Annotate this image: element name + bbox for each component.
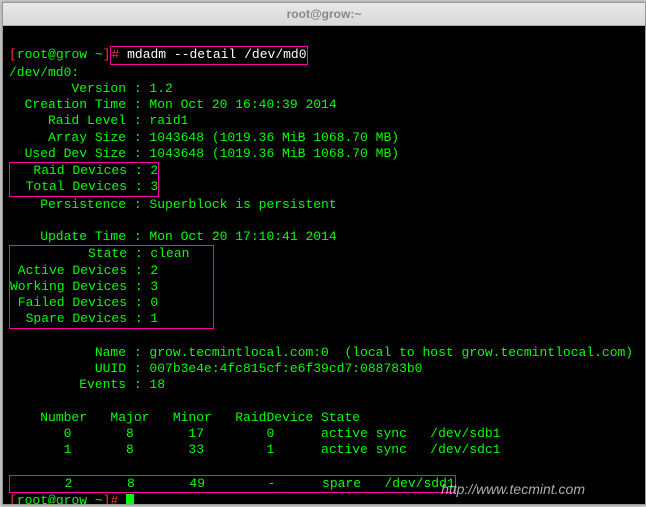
out-active: Active Devices : 2 (10, 263, 158, 278)
window-title: root@grow:~ (287, 7, 362, 21)
out-useddev: Used Dev Size : 1043648 (1019.36 MiB 106… (9, 146, 399, 161)
out-arraysize: Array Size : 1043648 (1019.36 MiB 1068.7… (9, 130, 399, 145)
cursor (126, 494, 134, 504)
highlight-spare-row: 2 8 49 - spare /dev/sdd1 (9, 475, 456, 493)
out-row0: 0 8 17 0 active sync /dev/sdb1 (9, 426, 500, 441)
out-persistence: Persistence : Superblock is persistent (9, 197, 337, 212)
highlight-command: # mdadm --detail /dev/md0 (110, 46, 307, 64)
out-failed: Failed Devices : 0 (10, 295, 158, 310)
prompt-host: grow (56, 47, 87, 62)
out-name: Name : grow.tecmintlocal.com:0 (local to… (9, 345, 633, 360)
out-raidlevel: Raid Level : raid1 (9, 113, 188, 128)
prompt-host2: grow (56, 493, 87, 504)
prompt-at2: @ (48, 493, 56, 504)
out-uuid: UUID : 007b3e4e:4fc815cf:e6f39cd7:088783… (9, 361, 422, 376)
row2-wrap: 2 8 49 - spare /dev/sdd1 (9, 476, 456, 491)
terminal-body[interactable]: [root@grow ~]# mdadm --detail /dev/md0 /… (3, 26, 645, 504)
prompt-path2: ~ (87, 493, 103, 504)
prompt-symbol2: # (110, 493, 118, 504)
out-totaldevices: Total Devices : 3 (10, 179, 158, 194)
out-row1: 1 8 33 1 active sync /dev/sdc1 (9, 442, 500, 457)
out-updatetime: Update Time : Mon Oct 20 17:10:41 2014 (9, 229, 337, 244)
window-titlebar: root@grow:~ (3, 3, 645, 26)
out-row2: 2 8 49 - spare /dev/sdd1 (10, 476, 455, 491)
prompt-line-1: [root@grow ~]# mdadm --detail /dev/md0 (9, 47, 308, 62)
out-spare: Spare Devices : 1 (10, 311, 158, 326)
prompt-user: root (17, 47, 48, 62)
prompt-path: ~ (87, 47, 103, 62)
prompt-at: @ (48, 47, 56, 62)
out-creation: Creation Time : Mon Oct 20 16:40:39 2014 (9, 97, 337, 112)
command-text: mdadm --detail /dev/md0 (119, 47, 306, 62)
highlight-state: State : clean Active Devices : 2 Working… (9, 245, 214, 328)
watermark: http://www.tecmint.com (441, 481, 585, 499)
prompt-open: [ (9, 47, 17, 62)
out-working: Working Devices : 3 (10, 279, 158, 294)
out-version: Version : 1.2 (9, 81, 173, 96)
prompt-close: ] (103, 47, 111, 62)
terminal-window: root@grow:~ [root@grow ~]# mdadm --detai… (2, 2, 646, 505)
prompt-open2: [ (9, 493, 17, 504)
prompt-user2: root (17, 493, 48, 504)
out-tablehdr: Number Major Minor RaidDevice State (9, 410, 360, 425)
out-device: /dev/md0: (9, 65, 79, 80)
out-state: State : clean (10, 246, 213, 261)
prompt-line-2: [root@grow ~]# (9, 493, 134, 504)
out-events: Events : 18 (9, 377, 165, 392)
out-raiddevices: Raid Devices : 2 (10, 163, 158, 178)
highlight-devices: Raid Devices : 2 Total Devices : 3 (9, 162, 159, 197)
